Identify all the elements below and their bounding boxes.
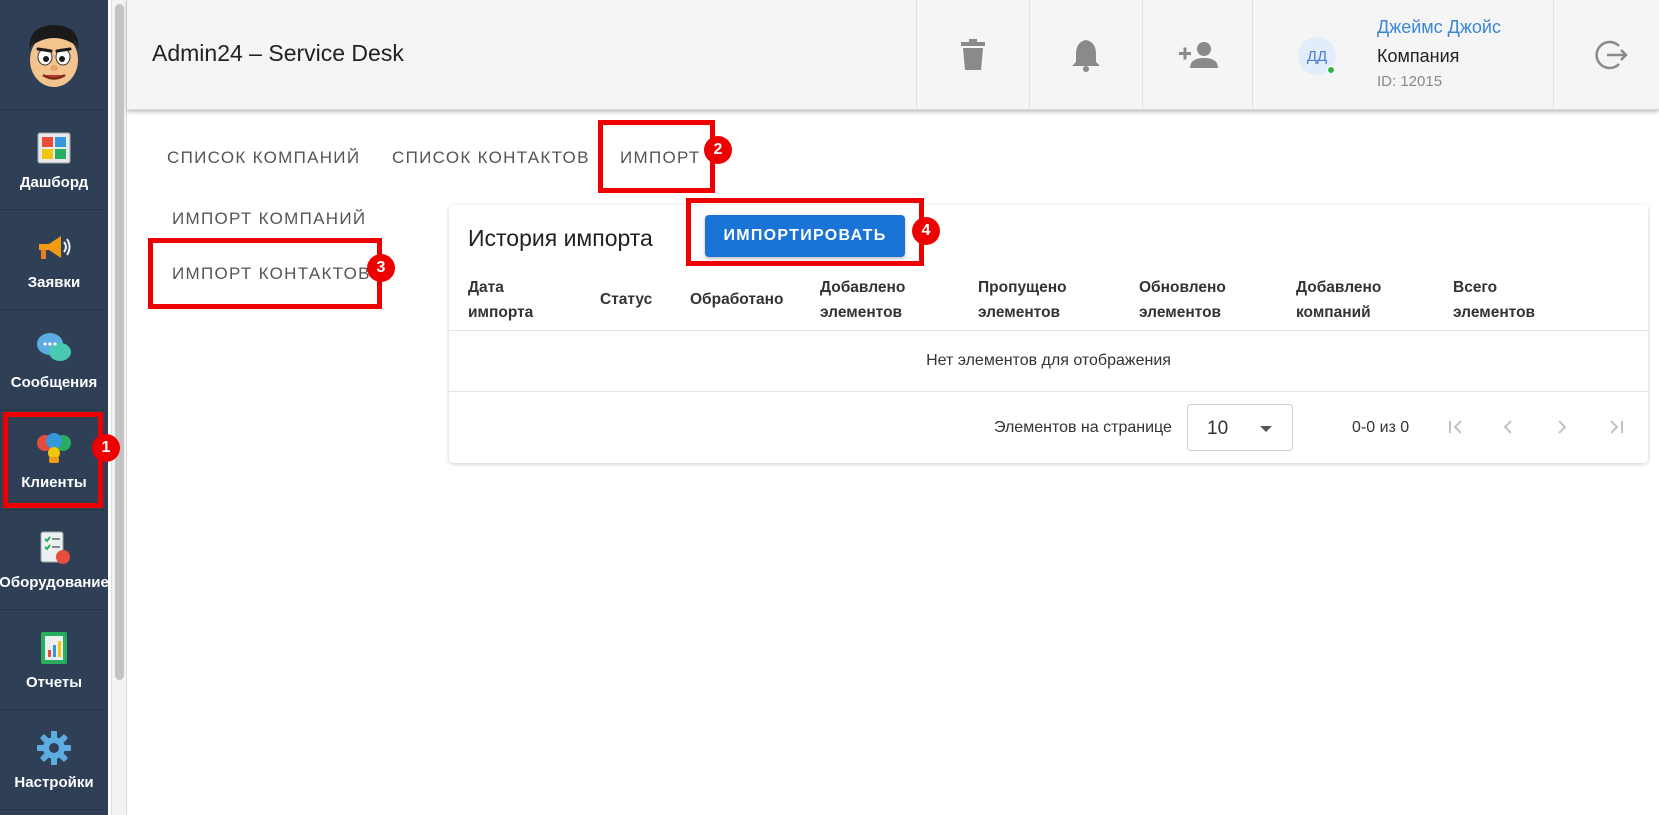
column-header-total-items[interactable]: Всего элементов [1453,275,1535,325]
column-header-line: элементов [978,304,1061,321]
step-badge-1: 1 [92,434,120,462]
column-header-line: Обработано [690,291,784,308]
chevron-right-icon [1558,420,1567,434]
user-name[interactable]: Джеймс Джойс [1377,17,1501,38]
sidebar-item-dashboard[interactable]: Дашборд [0,110,108,210]
first-page-icon [1449,420,1462,434]
last-page-button[interactable] [1604,415,1628,439]
step-badge-4: 4 [912,217,940,245]
column-header-skipped-items[interactable]: Пропущено элементов [978,275,1067,325]
sidebar: Дашборд Заявки Сообщения Клиенты Оборудо… [0,0,109,815]
column-header-line: Всего [1453,279,1498,296]
tab-contacts-list[interactable]: СПИСОК КОНТАКТОВ [392,148,590,168]
empty-table-message: Нет элементов для отображения [926,352,1171,369]
sidebar-item-settings[interactable]: Настройки [0,710,108,810]
import-history-card: История импорта ИМПОРТИРОВАТЬ Дата импор… [449,205,1648,463]
sidebar-item-label: Отчеты [25,674,83,691]
user-profile[interactable]: ДД Джеймс Джойс Компания ID: 12015 [1252,0,1554,110]
card-title: История импорта [468,225,653,251]
reports-icon [34,628,74,668]
highlight-box-import-contacts [148,238,382,309]
divider [449,391,1648,392]
rows-per-page-label: Элементов на странице [994,419,1172,436]
sidebar-item-requests[interactable]: Заявки [0,210,108,310]
dashboard-icon [34,128,74,168]
chevron-down-icon [1260,426,1272,432]
column-header-line: Обновлено [1139,279,1226,296]
column-header-line: Пропущено [978,279,1067,296]
bell-icon [1072,40,1100,72]
trash-icon [961,39,985,70]
user-company: Компания [1377,46,1460,66]
trash-button[interactable] [916,0,1029,110]
column-header-updated-items[interactable]: Обновлено элементов [1139,275,1226,325]
column-header-line: Добавлено [820,279,906,296]
column-header-added-companies[interactable]: Добавлено компаний [1296,275,1381,325]
settings-gear-icon [34,728,74,768]
highlight-box-clients [3,412,103,508]
megaphone-icon [34,228,74,268]
notifications-button[interactable] [1029,0,1142,110]
divider [449,330,1648,331]
tab-companies-list[interactable]: СПИСОК КОМПАНИЙ [167,148,360,168]
user-id: ID: 12015 [1377,73,1443,90]
step-badge-2: 2 [704,136,732,164]
chat-bubbles-icon [34,328,74,368]
avatar-initials: ДД [1306,47,1328,65]
avatar-face-icon [29,24,79,87]
last-page-icon [1610,420,1623,434]
logout-button[interactable] [1554,0,1659,110]
add-user-button[interactable] [1142,0,1255,110]
column-header-line: элементов [1453,304,1536,321]
subtab-import-companies[interactable]: ИМПОРТ КОМПАНИЙ [172,209,366,229]
sidebar-item-label: Заявки [27,274,81,291]
step-badge-3: 3 [367,254,395,282]
sidebar-item-label: Сообщения [10,374,98,391]
column-header-line: элементов [820,304,903,321]
column-header-line: элементов [1139,304,1222,321]
add-user-icon [1179,42,1218,68]
column-header-added-items[interactable]: Добавлено элементов [820,275,905,325]
column-header-line: компаний [1296,304,1371,321]
chevron-left-icon [1503,420,1512,434]
highlight-box-import-tab [598,120,715,193]
prev-page-button[interactable] [1496,415,1520,439]
first-page-button[interactable] [1444,415,1468,439]
column-header-line: Добавлено [1296,279,1382,296]
sidebar-item-reports[interactable]: Отчеты [0,610,108,710]
column-header-line: Дата [468,279,504,296]
top-header: Admin24 – Service Desk ДД Джеймс Джойс К… [127,0,1659,110]
rows-per-page-value: 10 [1207,418,1229,439]
avatar[interactable]: ДД [1298,37,1336,75]
sidebar-scrollbar[interactable] [111,0,127,815]
highlight-box-import-button [686,198,924,266]
pagination-range: 0-0 из 0 [1352,419,1410,436]
app-title: Admin24 – Service Desk [152,40,404,66]
rows-per-page-select[interactable]: 10 [1187,404,1293,451]
online-status-dot [1327,66,1335,74]
column-header-processed[interactable]: Обработано [690,287,783,312]
sidebar-item-label: Оборудование [0,574,109,591]
scrollbar-thumb[interactable] [115,4,124,680]
sidebar-item-equipment[interactable]: Оборудование [0,510,109,610]
column-header-import-date[interactable]: Дата импорта [468,275,533,325]
column-header-line: Статус [600,291,653,308]
column-header-line: импорта [468,304,534,321]
sidebar-item-messages[interactable]: Сообщения [0,310,108,410]
sidebar-item-label: Дашборд [19,174,89,191]
equipment-icon [34,528,74,568]
next-page-button[interactable] [1550,415,1574,439]
logout-icon [1594,40,1628,70]
sidebar-item-label: Настройки [14,774,94,791]
logo[interactable] [0,0,108,110]
column-header-status[interactable]: Статус [600,287,652,312]
